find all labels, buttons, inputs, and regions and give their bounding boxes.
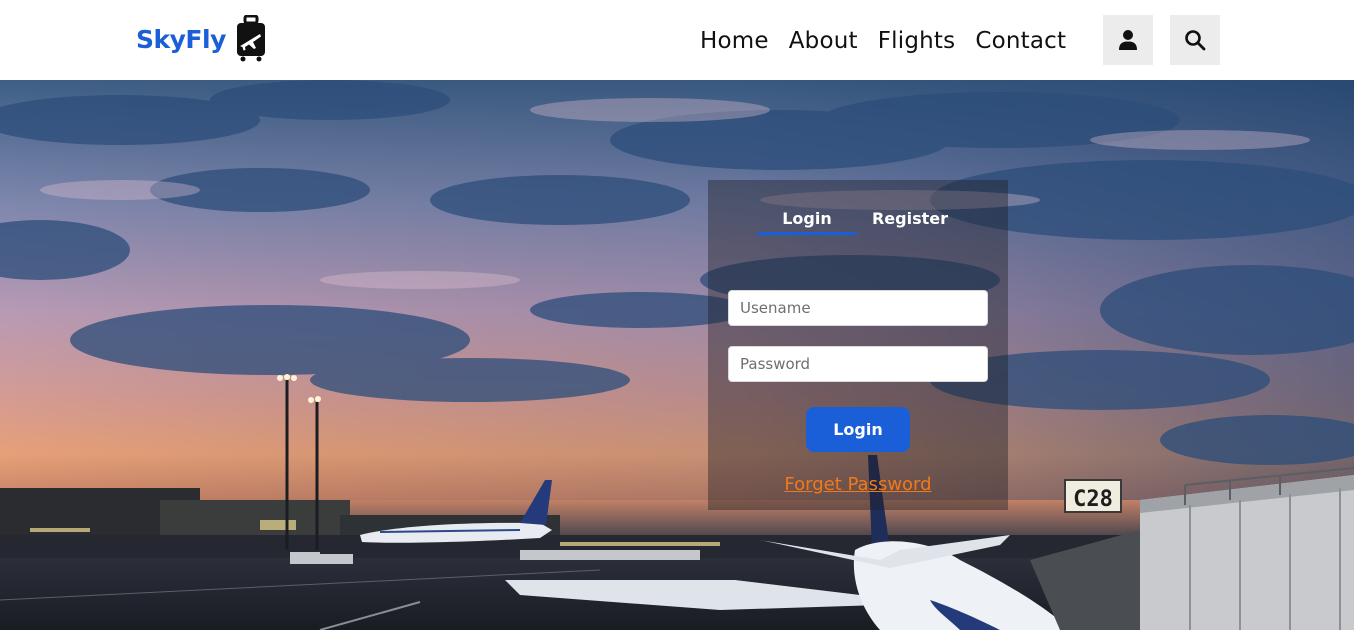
airport-sunset-background: C28 bbox=[0, 80, 1354, 630]
login-button[interactable]: Login bbox=[806, 407, 910, 452]
password-input[interactable] bbox=[728, 346, 988, 382]
search-button[interactable] bbox=[1170, 15, 1220, 65]
auth-panel: Login Register Login Forget Password bbox=[708, 180, 1008, 510]
navbar: SkyFly Home About Flights Contact bbox=[0, 0, 1354, 80]
brand[interactable]: SkyFly bbox=[136, 14, 268, 64]
main-nav: Home About Flights Contact bbox=[700, 23, 1066, 59]
tab-login[interactable]: Login bbox=[757, 202, 857, 236]
nav-about[interactable]: About bbox=[789, 23, 858, 59]
luggage-plane-icon bbox=[236, 15, 265, 62]
gate-sign-label: C28 bbox=[1073, 487, 1113, 512]
nav-contact[interactable]: Contact bbox=[975, 23, 1066, 59]
search-icon bbox=[1185, 30, 1206, 51]
user-icon bbox=[1119, 30, 1137, 50]
nav-home[interactable]: Home bbox=[700, 23, 769, 59]
gate-sign: C28 bbox=[1064, 479, 1122, 513]
tab-register[interactable]: Register bbox=[860, 202, 960, 236]
active-tab-indicator bbox=[757, 232, 857, 235]
username-input[interactable] bbox=[728, 290, 988, 326]
nav-flights[interactable]: Flights bbox=[878, 23, 956, 59]
auth-tabs: Login Register bbox=[708, 202, 1008, 236]
user-button[interactable] bbox=[1103, 15, 1153, 65]
forget-password-link[interactable]: Forget Password bbox=[708, 474, 1008, 495]
brand-name[interactable]: SkyFly bbox=[136, 25, 226, 54]
hero-section: C28 Login Register Login Forget Password bbox=[0, 80, 1354, 630]
